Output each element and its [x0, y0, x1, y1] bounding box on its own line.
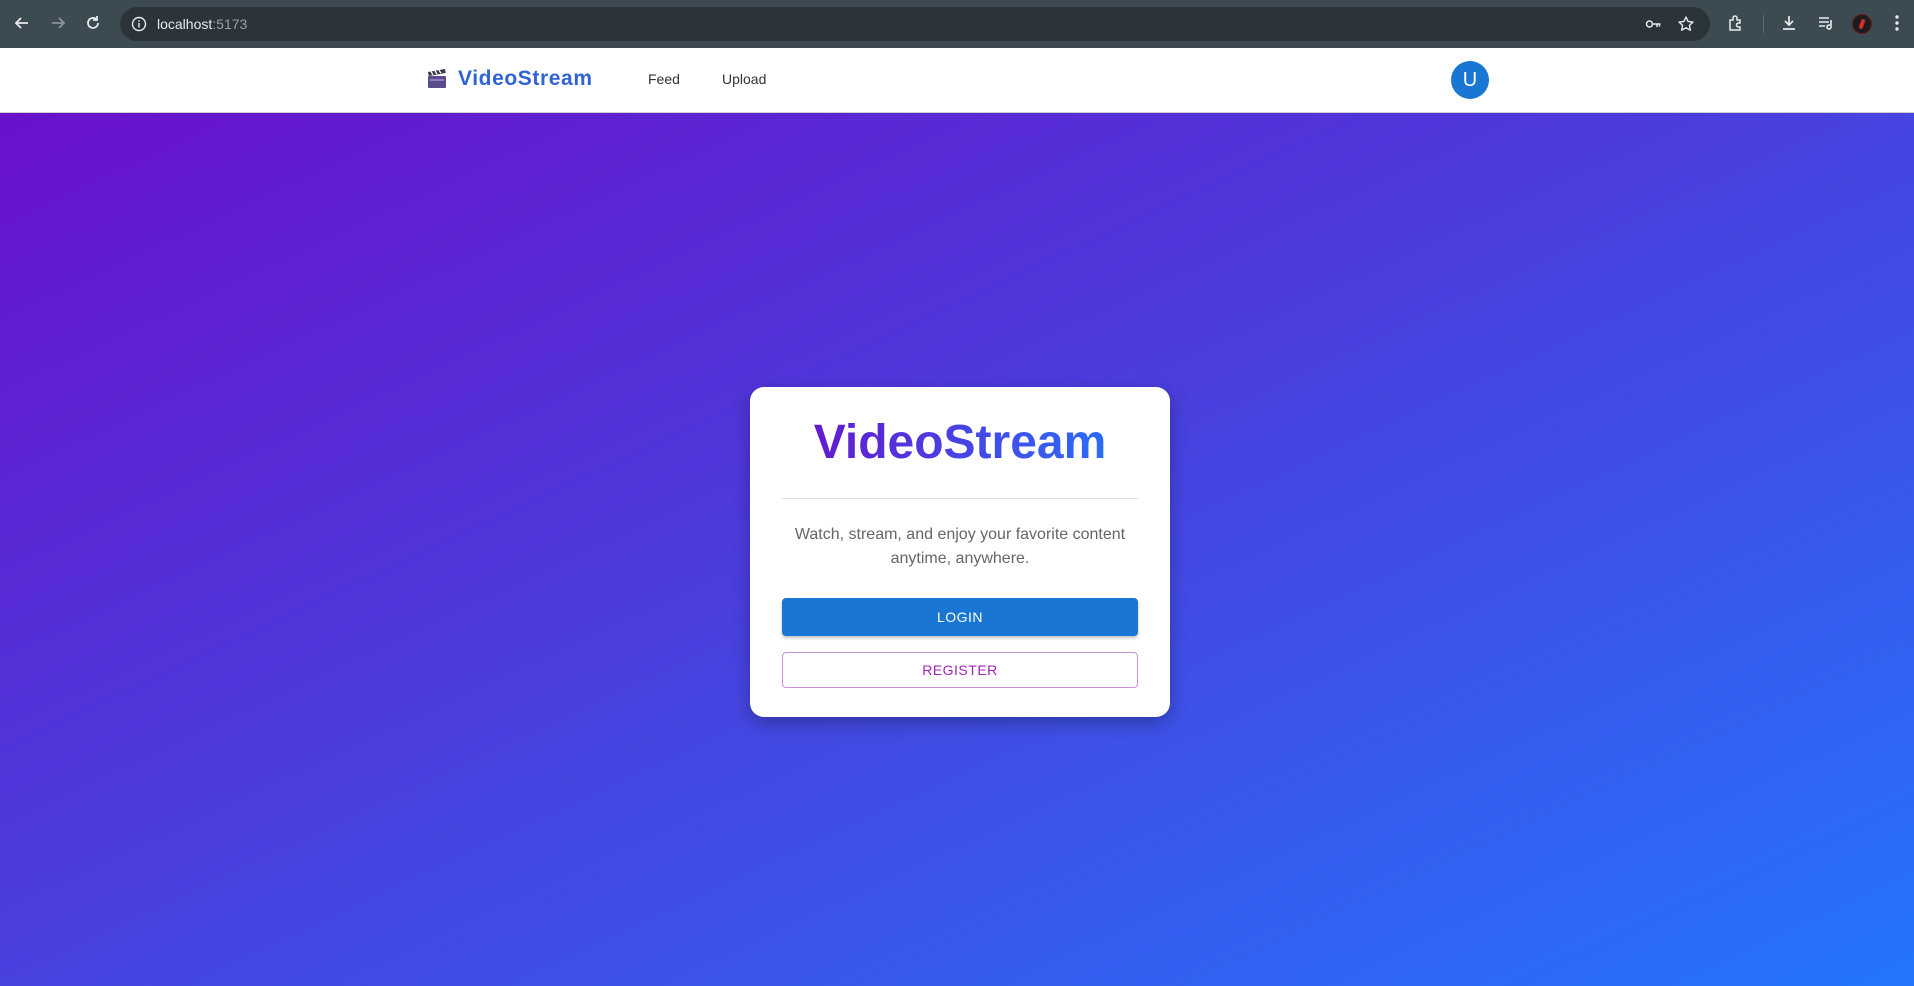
app-header: VideoStream Feed Upload U — [0, 48, 1914, 113]
login-button[interactable]: LOGIN — [782, 597, 1138, 636]
nav-upload[interactable]: Upload — [722, 71, 766, 87]
toolbar-separator — [1763, 15, 1764, 33]
card-divider — [782, 497, 1138, 499]
url-text: localhost:5173 — [157, 16, 247, 32]
bookmark-star-icon[interactable] — [1677, 15, 1695, 33]
welcome-card: VideoStream Watch, stream, and enjoy you… — [750, 387, 1170, 717]
media-queue-icon[interactable] — [1815, 12, 1837, 34]
key-icon[interactable] — [1644, 15, 1662, 33]
user-avatar[interactable]: U — [1451, 61, 1489, 99]
brand-name: VideoStream — [458, 67, 593, 90]
browser-toolbar: localhost:5173 — [0, 0, 1914, 48]
url-port: :5173 — [212, 16, 248, 32]
profile-avatar-icon[interactable] — [1852, 14, 1872, 34]
forward-icon[interactable] — [47, 12, 69, 34]
url-host: localhost — [157, 16, 213, 32]
nav-feed[interactable]: Feed — [648, 71, 680, 87]
download-icon[interactable] — [1778, 12, 1800, 34]
hero-background: VideoStream Watch, stream, and enjoy you… — [0, 113, 1914, 986]
register-button[interactable]: REGISTER — [782, 651, 1138, 688]
reload-icon[interactable] — [82, 12, 104, 34]
card-tagline: Watch, stream, and enjoy your favorite c… — [794, 525, 1126, 567]
clapperboard-icon — [426, 68, 448, 90]
brand-link[interactable]: VideoStream — [426, 67, 593, 91]
site-info-icon[interactable] — [130, 15, 148, 33]
card-title: VideoStream — [782, 416, 1138, 470]
address-bar[interactable]: localhost:5173 — [120, 7, 1710, 41]
extensions-icon[interactable] — [1725, 12, 1747, 34]
back-icon[interactable] — [11, 12, 33, 34]
menu-kebab-icon[interactable] — [1886, 12, 1908, 34]
